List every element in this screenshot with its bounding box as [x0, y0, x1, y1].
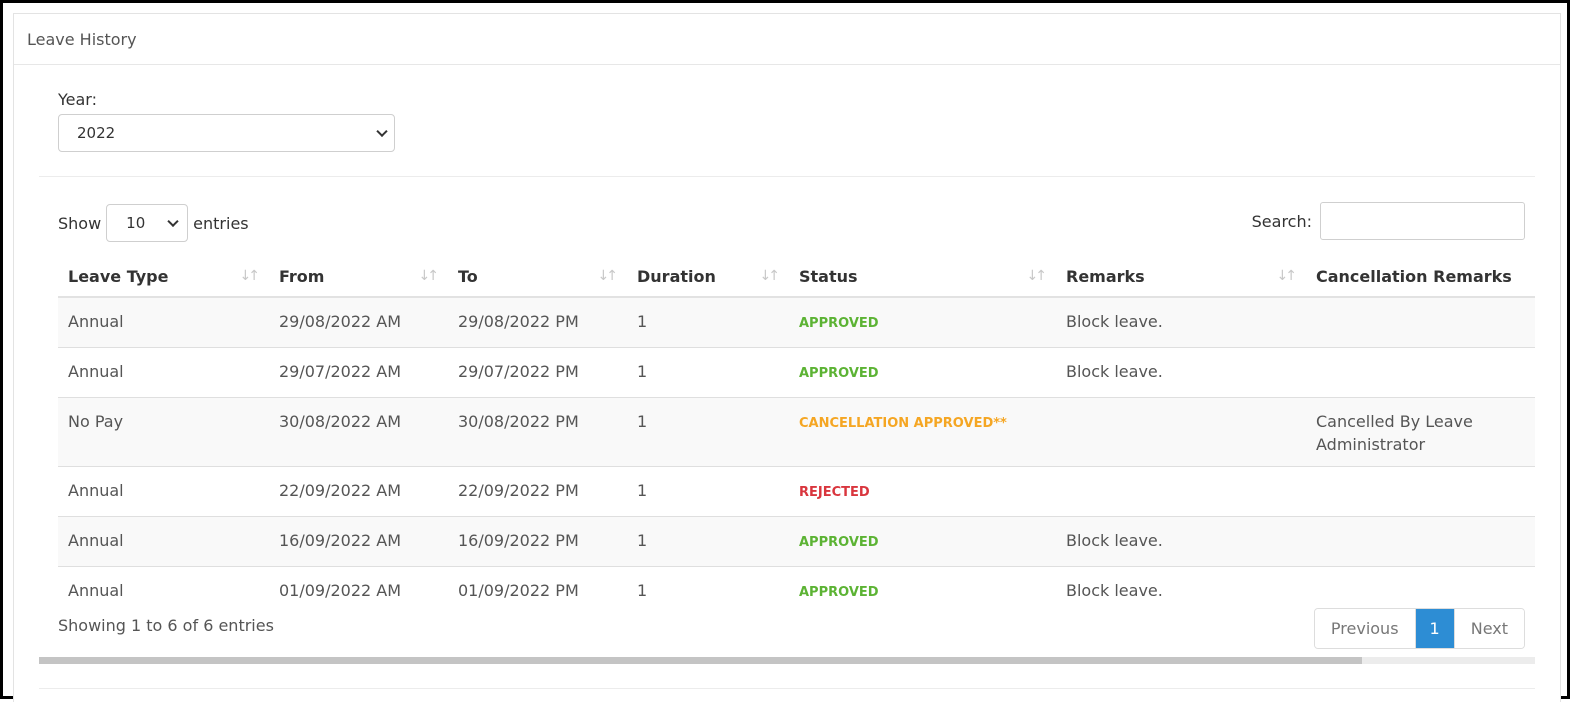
cell-duration: 1 [627, 516, 789, 567]
cell-to: 16/09/2022 PM [448, 516, 627, 567]
table-row: Annual 16/09/2022 AM 16/09/2022 PM 1 APP… [58, 516, 1535, 567]
cell-status: APPROVED [789, 516, 1056, 567]
cell-status: APPROVED [789, 347, 1056, 398]
cell-cancellation-remarks [1306, 466, 1535, 517]
section-divider [39, 176, 1535, 177]
cell-remarks: Block leave. [1056, 516, 1306, 567]
cell-duration: 1 [627, 397, 789, 467]
cell-status: REJECTED [789, 466, 1056, 517]
cell-cancellation-remarks [1306, 296, 1535, 348]
search-input[interactable] [1320, 202, 1525, 240]
cell-leave-type: Annual [58, 347, 269, 398]
cell-cancellation-remarks [1306, 347, 1535, 398]
bottom-divider [39, 688, 1535, 689]
cell-leave-type: Annual [58, 466, 269, 517]
cell-status: CANCELLATION APPROVED** [789, 397, 1056, 467]
cell-from: 29/08/2022 AM [269, 296, 448, 348]
status-badge: APPROVED [799, 316, 879, 331]
next-page-button[interactable]: Next [1453, 609, 1524, 648]
entries-length-value: 10 [126, 214, 146, 232]
leave-history-table: Leave Type ↓↑ From ↓↑ To ↓↑ Duration ↓↑ Stat… [58, 256, 1535, 616]
cell-remarks: Block leave. [1056, 347, 1306, 398]
column-header-leave-type[interactable]: Leave Type ↓↑ [58, 256, 269, 298]
cell-to: 29/08/2022 PM [448, 296, 627, 348]
cell-remarks: Block leave. [1056, 296, 1306, 348]
chevron-down-icon [167, 215, 179, 228]
column-header-from[interactable]: From ↓↑ [269, 256, 448, 298]
sort-icon: ↓↑ [597, 268, 619, 284]
sort-icon: ↓↑ [239, 268, 261, 284]
cell-leave-type: No Pay [58, 397, 269, 467]
table-row: Annual 22/09/2022 AM 22/09/2022 PM 1 REJ… [58, 466, 1535, 517]
table-row: Annual 01/09/2022 AM 01/09/2022 PM 1 APP… [58, 566, 1535, 616]
table-row: Annual 29/08/2022 AM 29/08/2022 PM 1 APP… [58, 296, 1535, 348]
cell-from: 30/08/2022 AM [269, 397, 448, 467]
table-row: Annual 29/07/2022 AM 29/07/2022 PM 1 APP… [58, 347, 1535, 398]
cell-to: 01/09/2022 PM [448, 566, 627, 616]
chevron-down-icon [376, 125, 388, 138]
table-row: No Pay 30/08/2022 AM 30/08/2022 PM 1 CAN… [58, 397, 1535, 467]
cell-cancellation-remarks [1306, 516, 1535, 567]
scrollbar-thumb[interactable] [39, 657, 1362, 664]
year-select-value: 2022 [77, 124, 116, 142]
table-info: Showing 1 to 6 of 6 entries [58, 616, 274, 635]
pagination: Previous 1 Next [1313, 608, 1525, 649]
entries-length-control: Show 10 entries [58, 204, 249, 242]
cell-leave-type: Annual [58, 516, 269, 567]
cell-duration: 1 [627, 566, 789, 616]
sort-icon: ↓↑ [1026, 268, 1048, 284]
cell-leave-type: Annual [58, 296, 269, 348]
entries-label: entries [193, 213, 249, 233]
cell-status: APPROVED [789, 566, 1056, 616]
column-header-to[interactable]: To ↓↑ [448, 256, 627, 298]
search-label: Search: [1251, 211, 1312, 231]
cell-to: 22/09/2022 PM [448, 466, 627, 517]
status-badge: REJECTED [799, 485, 870, 500]
cell-remarks [1056, 466, 1306, 517]
entries-length-select[interactable]: 10 [106, 204, 189, 242]
sort-icon: ↓↑ [759, 268, 781, 284]
table-header-row: Leave Type ↓↑ From ↓↑ To ↓↑ Duration ↓↑ Stat… [58, 256, 1535, 298]
column-header-remarks[interactable]: Remarks ↓↑ [1056, 256, 1306, 298]
page-1-button[interactable]: 1 [1415, 609, 1454, 648]
cell-from: 29/07/2022 AM [269, 347, 448, 398]
cell-from: 22/09/2022 AM [269, 466, 448, 517]
previous-page-button[interactable]: Previous [1314, 609, 1416, 648]
cell-from: 16/09/2022 AM [269, 516, 448, 567]
cell-remarks [1056, 397, 1306, 467]
search-control: Search: [1252, 202, 1525, 240]
cell-to: 29/07/2022 PM [448, 347, 627, 398]
status-badge: APPROVED [799, 585, 879, 600]
horizontal-scrollbar[interactable] [39, 657, 1535, 664]
cell-leave-type: Annual [58, 566, 269, 616]
cell-status: APPROVED [789, 296, 1056, 348]
cell-duration: 1 [627, 347, 789, 398]
leave-history-panel: Leave History Year: 2022 Show 10 entries… [13, 13, 1561, 702]
cell-duration: 1 [627, 296, 789, 348]
cell-to: 30/08/2022 PM [448, 397, 627, 467]
window-frame: Leave History Year: 2022 Show 10 entries… [0, 0, 1570, 702]
show-label: Show [58, 213, 102, 233]
column-header-duration[interactable]: Duration ↓↑ [627, 256, 789, 298]
column-header-cancellation-remarks[interactable]: Cancellation Remarks [1306, 256, 1535, 298]
panel-title: Leave History [14, 14, 1560, 65]
sort-icon: ↓↑ [418, 268, 440, 284]
cell-remarks: Block leave. [1056, 566, 1306, 616]
status-badge: APPROVED [799, 366, 879, 381]
year-select[interactable]: 2022 [58, 114, 395, 152]
status-badge: APPROVED [799, 535, 879, 550]
column-header-status[interactable]: Status ↓↑ [789, 256, 1056, 298]
status-badge: CANCELLATION APPROVED** [799, 416, 1007, 431]
cell-duration: 1 [627, 466, 789, 517]
cell-cancellation-remarks: Cancelled By Leave Administrator [1306, 397, 1535, 467]
cell-from: 01/09/2022 AM [269, 566, 448, 616]
year-label: Year: [58, 90, 97, 109]
sort-icon: ↓↑ [1276, 268, 1298, 284]
